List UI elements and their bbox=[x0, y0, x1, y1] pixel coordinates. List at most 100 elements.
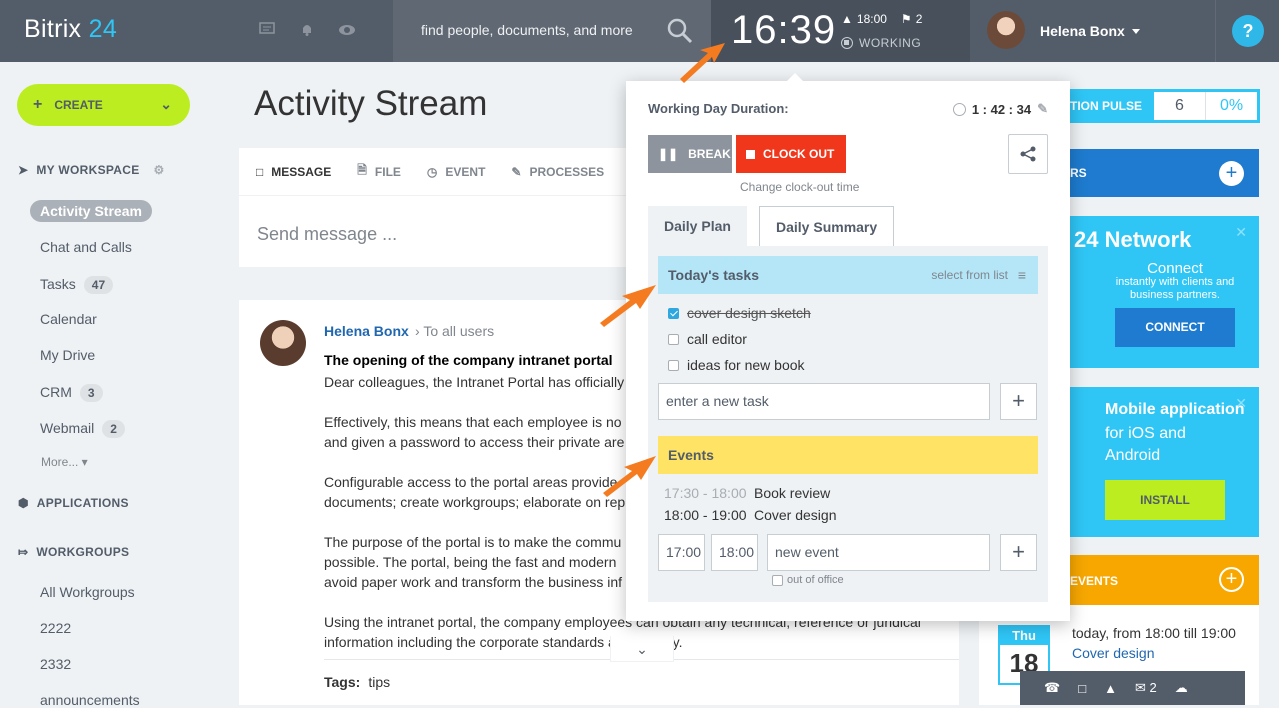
out-of-office-checkbox[interactable] bbox=[772, 574, 783, 586]
mobile-app-banner: ✕ Mobile application for iOS and Android… bbox=[1070, 387, 1259, 537]
add-task-button[interactable]: + bbox=[1000, 383, 1037, 420]
share-icon bbox=[1020, 146, 1036, 162]
alarm-icon: ▲ bbox=[841, 12, 853, 26]
task-item[interactable]: call editor bbox=[668, 331, 747, 347]
sidebar-item-workgroup[interactable]: 2332 bbox=[40, 656, 71, 672]
event-time: 17:30 - 18:00 bbox=[664, 485, 747, 501]
sidebar-item-workgroup[interactable]: announcements bbox=[40, 692, 140, 708]
user-menu[interactable]: Helena Bonx bbox=[970, 0, 1215, 62]
tasks-header: Today's tasks select from list ≡ bbox=[658, 256, 1038, 294]
chat-icon[interactable] bbox=[258, 22, 276, 40]
event-item[interactable]: 18:00 - 19:00 Cover design bbox=[664, 507, 837, 523]
bell-icon[interactable]: ▲ bbox=[1104, 681, 1117, 696]
bell-icon[interactable] bbox=[298, 22, 316, 40]
send-message-input[interactable]: Send message ... bbox=[257, 224, 397, 245]
post-author[interactable]: Helena Bonx bbox=[324, 323, 409, 339]
task-checkbox[interactable] bbox=[668, 333, 679, 345]
event-end-input[interactable]: 18:00 bbox=[711, 534, 758, 571]
pulse-label: TION PULSE bbox=[1070, 99, 1143, 113]
section-workgroups[interactable]: ⤇ WORKGROUPS bbox=[18, 545, 129, 559]
pencil-icon[interactable]: ✎ bbox=[1037, 101, 1048, 117]
work-clock[interactable]: 16:39 ▲ 18:00 ⚑ 2 WORKING bbox=[711, 0, 970, 62]
alarm-time: 18:00 bbox=[856, 12, 887, 26]
task-label: call editor bbox=[687, 331, 747, 347]
clock-time[interactable]: 16:39 bbox=[731, 8, 836, 53]
webmail-counter: 2 bbox=[102, 420, 125, 438]
tag-link[interactable]: tips bbox=[368, 674, 390, 690]
tab-processes[interactable]: ✎ PROCESSES bbox=[511, 165, 604, 179]
search-bar[interactable]: find people, documents, and more bbox=[393, 0, 711, 62]
expand-post-button[interactable]: ⌄ bbox=[610, 636, 674, 662]
event-time: today, from 18:00 till 19:00 bbox=[1072, 625, 1236, 641]
break-button[interactable]: ❚❚ BREAK bbox=[648, 135, 732, 173]
event-start-input[interactable]: 17:00 bbox=[658, 534, 705, 571]
new-task-input[interactable]: enter a new task bbox=[658, 383, 990, 420]
task-checkbox[interactable] bbox=[668, 307, 679, 319]
post-recipient: › To all users bbox=[415, 323, 495, 339]
events-label: EVENTS bbox=[1070, 574, 1119, 588]
network-banner: 24 Network ✕ Connect instantly with clie… bbox=[1070, 216, 1259, 368]
user-name[interactable]: Helena Bonx bbox=[1040, 23, 1125, 39]
mail-icon[interactable]: ✉ 2 bbox=[1135, 680, 1157, 696]
worktime-popup: Working Day Duration: 1 : 42 : 34 ✎ ❚❚ BR… bbox=[626, 73, 1070, 621]
tab-daily-plan[interactable]: Daily Plan bbox=[648, 206, 747, 246]
logo[interactable]: Bitrix 24 bbox=[24, 15, 117, 44]
clock-out-button[interactable]: CLOCK OUT bbox=[736, 135, 846, 173]
sidebar-item-tasks[interactable]: Tasks 47 bbox=[40, 276, 114, 294]
close-icon[interactable]: ✕ bbox=[1235, 224, 1247, 241]
event-item[interactable]: 17:30 - 18:00 Book review bbox=[664, 485, 830, 501]
menu-icon[interactable]: ≡ bbox=[1018, 256, 1026, 294]
company-pulse[interactable]: TION PULSE 6 0% bbox=[1070, 89, 1260, 123]
section-my-workspace[interactable]: ➤ MY WORKSPACE ⚙ bbox=[18, 163, 165, 177]
chat-icon[interactable]: □ bbox=[1078, 681, 1086, 696]
task-item[interactable]: cover design sketch bbox=[668, 305, 811, 321]
new-event-input[interactable]: new event bbox=[767, 534, 990, 571]
mobile-subtitle: for iOS and Android bbox=[1105, 425, 1186, 464]
tab-daily-summary[interactable]: Daily Summary bbox=[759, 206, 895, 247]
task-checkbox[interactable] bbox=[668, 359, 679, 371]
cloud-icon[interactable] bbox=[338, 22, 356, 40]
task-item[interactable]: ideas for new book bbox=[668, 357, 805, 373]
sidebar-item-activity-stream[interactable]: Activity Stream bbox=[30, 200, 152, 222]
tab-event[interactable]: ◷ EVENT bbox=[427, 165, 486, 179]
add-button[interactable]: + bbox=[1219, 161, 1244, 186]
flag-count: 2 bbox=[915, 12, 923, 26]
sidebar-item-chat[interactable]: Chat and Calls bbox=[40, 239, 132, 255]
chevron-down-icon[interactable]: ⌄ bbox=[160, 96, 172, 113]
change-clockout-link[interactable]: Change clock-out time bbox=[740, 180, 859, 194]
select-from-list-link[interactable]: select from list bbox=[931, 256, 1008, 294]
search-input[interactable]: find people, documents, and more bbox=[421, 22, 661, 38]
chevron-down-icon[interactable] bbox=[1132, 29, 1140, 34]
install-button[interactable]: INSTALL bbox=[1105, 480, 1225, 520]
page-title: Activity Stream bbox=[254, 84, 488, 123]
clock-icon bbox=[952, 102, 966, 116]
help-button[interactable]: ? bbox=[1232, 15, 1264, 47]
cloud-icon[interactable]: ☁ bbox=[1175, 680, 1188, 696]
event-time: 18:00 - 19:00 bbox=[664, 507, 747, 523]
gear-icon[interactable]: ⚙ bbox=[154, 163, 165, 177]
avatar[interactable] bbox=[987, 11, 1025, 49]
clock-meta: ▲ 18:00 ⚑ 2 WORKING bbox=[841, 12, 922, 50]
add-event-button[interactable]: + bbox=[1219, 567, 1244, 592]
working-day-duration: 1 : 42 : 34 ✎ bbox=[952, 101, 1048, 117]
sidebar-item-workgroup[interactable]: 2222 bbox=[40, 620, 71, 636]
avatar[interactable] bbox=[260, 320, 306, 366]
sidebar-item-calendar[interactable]: Calendar bbox=[40, 311, 97, 327]
event-link[interactable]: Cover design bbox=[1072, 645, 1155, 661]
more-link[interactable]: More... ▾ bbox=[41, 455, 88, 469]
sidebar-item-crm[interactable]: CRM 3 bbox=[40, 384, 103, 402]
phone-icon[interactable]: ☎ bbox=[1044, 680, 1060, 696]
connect-button[interactable]: CONNECT bbox=[1115, 308, 1235, 347]
add-event-button[interactable]: + bbox=[1000, 534, 1037, 571]
tab-message[interactable]: □ MESSAGE bbox=[256, 165, 331, 179]
share-button[interactable] bbox=[1008, 134, 1048, 174]
search-icon[interactable] bbox=[667, 18, 693, 44]
sidebar-item-workgroup[interactable]: All Workgroups bbox=[40, 584, 135, 600]
out-of-office-option[interactable]: out of office bbox=[772, 574, 844, 586]
sidebar-item-webmail[interactable]: Webmail 2 bbox=[40, 420, 125, 438]
event-title: Book review bbox=[754, 485, 831, 501]
tab-file[interactable]: 🗎 FILE bbox=[357, 161, 401, 182]
section-applications[interactable]: ⬢ APPLICATIONS bbox=[18, 496, 129, 510]
create-button[interactable]: + CREATE ⌄ bbox=[17, 84, 190, 126]
sidebar-item-my-drive[interactable]: My Drive bbox=[40, 347, 95, 363]
